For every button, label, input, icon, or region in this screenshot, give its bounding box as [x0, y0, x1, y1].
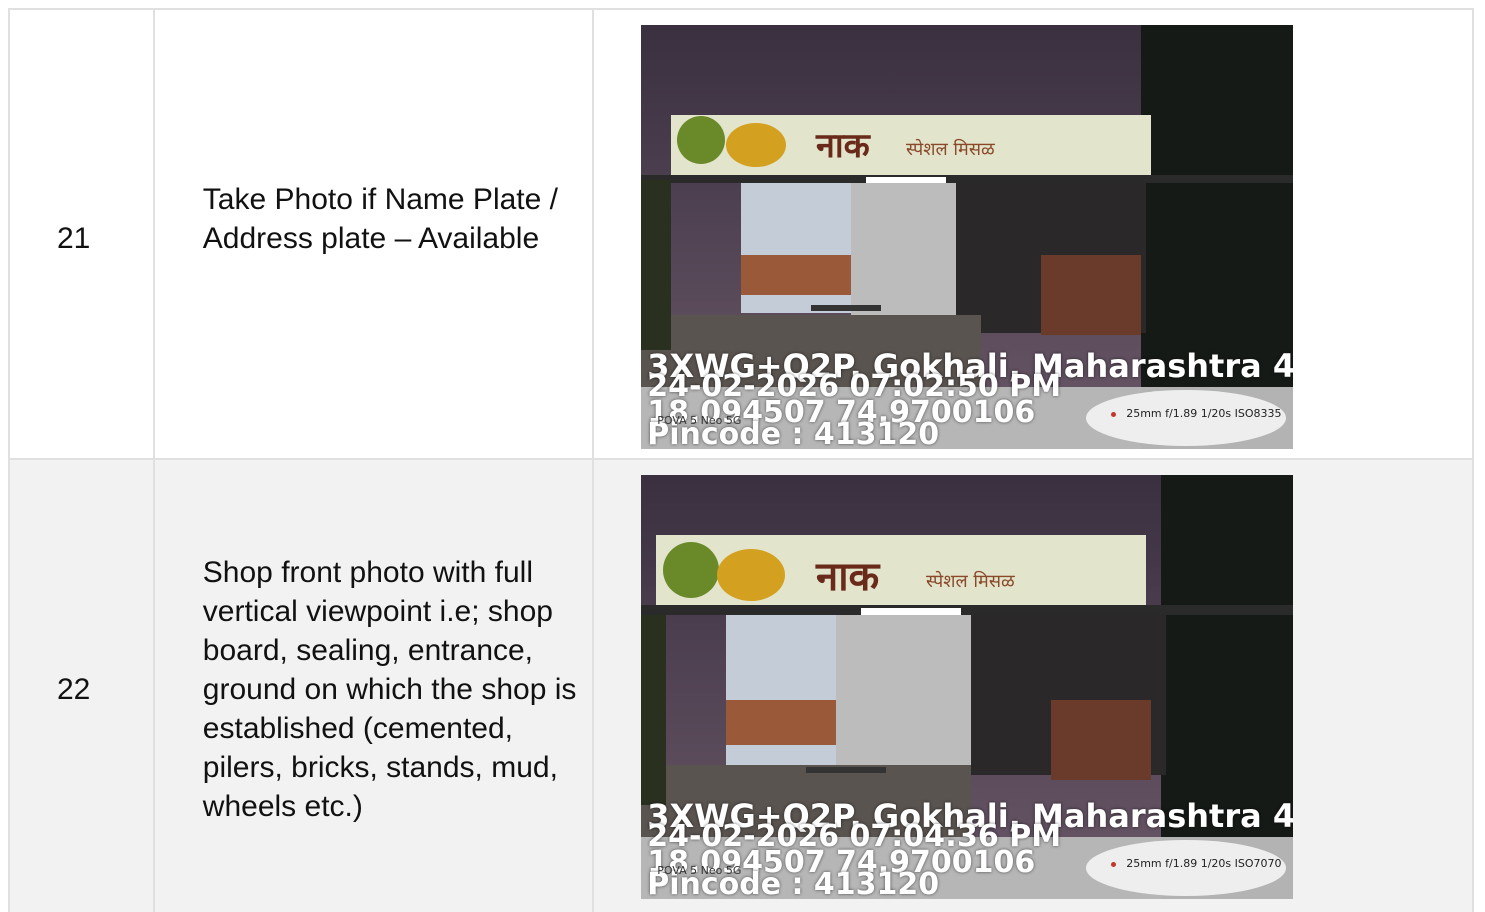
- svg-text:स्पेशल मिसळ: स्पेशल मिसळ: [906, 138, 995, 160]
- description-cell: Shop front photo with full vertical view…: [155, 460, 595, 912]
- row-number-cell: 21: [10, 10, 155, 458]
- row-description: Shop front photo with full vertical view…: [202, 556, 577, 823]
- photo-cell: नाक स्पेशल मिसळ 3XWG+Q2P, Gokhali, Mahar…: [594, 460, 1474, 912]
- record-dot-icon: [1111, 411, 1117, 417]
- row-number-cell: 22: [10, 460, 155, 912]
- row-description: Take Photo if Name Plate / Address plate…: [202, 183, 558, 255]
- svg-text:नाक: नाक: [815, 553, 881, 600]
- row-number: 21: [57, 222, 91, 255]
- camera-info-badge: 25mm f/1.89 1/20s ISO7070: [1111, 857, 1282, 870]
- svg-text:स्पेशल मिसळ: स्पेशल मिसळ: [926, 570, 1015, 592]
- record-dot-icon: [1111, 861, 1117, 867]
- shop-photo[interactable]: नाक स्पेशल मिसळ 3XWG+Q2P, Gokhali, Mahar…: [641, 475, 1294, 899]
- svg-text:नाक: नाक: [815, 126, 872, 166]
- row-number: 22: [57, 673, 91, 706]
- table-row: 21 Take Photo if Name Plate / Address pl…: [10, 10, 1474, 460]
- checklist-table: 21 Take Photo if Name Plate / Address pl…: [8, 8, 1474, 912]
- camera-info-badge: 25mm f/1.89 1/20s ISO8335: [1111, 407, 1282, 420]
- camera-info-text: 25mm f/1.89 1/20s ISO8335: [1126, 407, 1282, 420]
- photo-cell: नाक स्पेशल मिसळ 3XWG+Q2P, Gokhali, Mahar…: [594, 10, 1474, 458]
- description-cell: Take Photo if Name Plate / Address plate…: [155, 10, 595, 458]
- shop-photo[interactable]: नाक स्पेशल मिसळ 3XWG+Q2P, Gokhali, Mahar…: [641, 25, 1294, 449]
- camera-info-text: 25mm f/1.89 1/20s ISO7070: [1126, 857, 1282, 870]
- camera-brand-watermark: POVA 5 Neo 5G: [657, 864, 742, 877]
- camera-brand-watermark: POVA 5 Neo 5G: [657, 414, 742, 427]
- table-row: 22 Shop front photo with full vertical v…: [10, 460, 1474, 912]
